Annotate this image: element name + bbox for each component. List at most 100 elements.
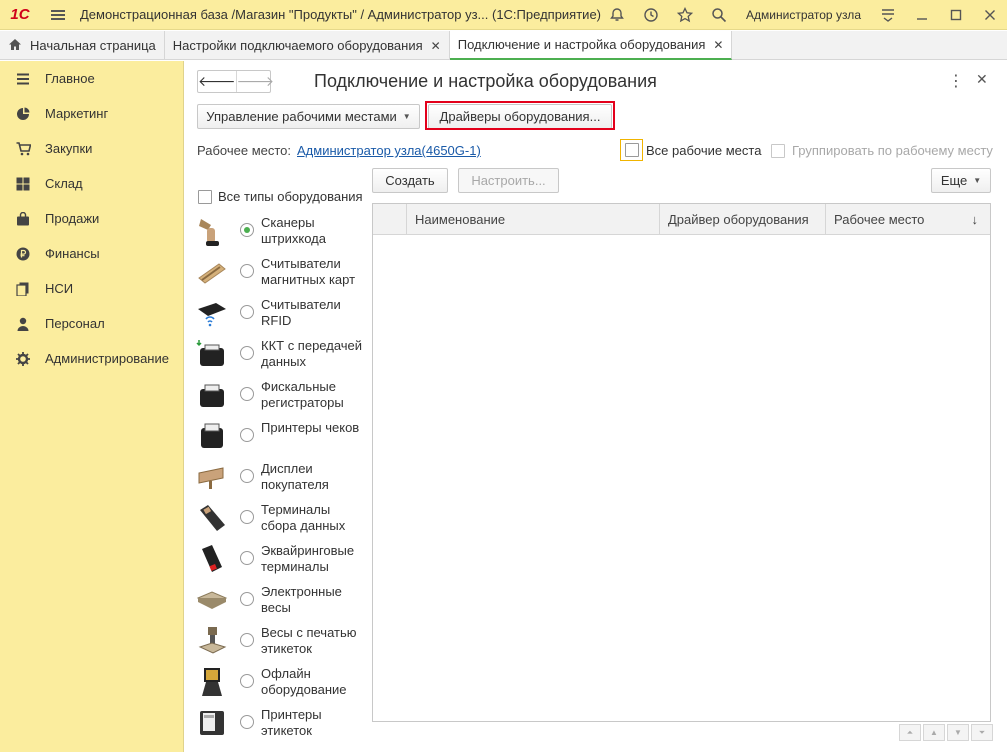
manage-workplaces-button[interactable]: Управление рабочими местами ▼ [197, 104, 420, 129]
equipment-type-item[interactable]: Сканеры штрихкода [195, 212, 373, 253]
sidebar-item-main[interactable]: Главное [0, 61, 183, 96]
workplace-link[interactable]: Администратор узла(4650G-1) [297, 143, 481, 158]
close-tab-icon[interactable]: ✕ [713, 38, 723, 52]
radio-button[interactable] [240, 633, 254, 647]
equipment-type-item[interactable]: Принтеры чеков [195, 417, 373, 458]
more-actions-icon[interactable]: ⋮ [948, 71, 964, 91]
kkt-printer-icon [195, 337, 229, 371]
current-user[interactable]: Администратор узла [736, 8, 871, 22]
radio-button[interactable] [240, 592, 254, 606]
star-icon[interactable] [668, 0, 702, 30]
column-header-label: Рабочее место [834, 211, 925, 227]
sidebar-item-personnel[interactable]: Персонал [0, 306, 183, 341]
window-title: Демонстрационная база /Магазин "Продукты… [80, 7, 601, 22]
sidebar-item-nsi[interactable]: НСИ [0, 271, 183, 306]
sidebar-item-marketing[interactable]: Маркетинг [0, 96, 183, 131]
tab-home[interactable]: Начальная страница [0, 31, 165, 60]
equipment-type-label: Дисплеи покупателя [261, 461, 329, 492]
forward-arrow-icon[interactable]: 🡒 [235, 71, 274, 92]
sort-arrow-icon: ↓ [971, 211, 979, 227]
radio-button[interactable] [240, 674, 254, 688]
button-label: Создать [385, 173, 435, 188]
scroll-up-icon[interactable]: ▲ [923, 724, 945, 741]
close-tab-icon[interactable]: ✕ [431, 39, 441, 53]
dropdown-caret-icon: ▼ [402, 112, 411, 121]
sidebar-item-label: Склад [45, 176, 83, 191]
checkbox-box[interactable] [198, 189, 212, 204]
scroll-top-icon[interactable]: ⏶ [899, 724, 921, 741]
tab-equipment-connection[interactable]: Подключение и настройка оборудования ✕ [449, 31, 733, 60]
configure-button[interactable]: Настроить... [458, 168, 559, 193]
scroll-bottom-icon[interactable]: ⏷ [971, 724, 993, 741]
checkbox-box[interactable] [624, 143, 639, 157]
minimize-icon[interactable] [905, 0, 939, 30]
equipment-type-item[interactable]: Весы с печатью этикеток [195, 622, 373, 663]
equipment-type-item[interactable]: Электронные весы [195, 581, 373, 622]
acquiring-terminal-icon [195, 542, 229, 576]
sidebar-item-purchases[interactable]: Закупки [0, 131, 183, 166]
radio-button[interactable] [240, 510, 254, 524]
equipment-type-item[interactable]: Считыватели магнитных карт [195, 253, 373, 294]
equipment-type-item[interactable]: Эквайринговые терминалы [195, 540, 373, 581]
sidebar-item-label: Закупки [45, 141, 93, 156]
column-header-label: Наименование [415, 211, 506, 227]
radio-button[interactable] [240, 346, 254, 360]
radio-button[interactable] [240, 428, 254, 442]
settings-menu-icon[interactable] [871, 0, 905, 30]
back-arrow-icon[interactable]: 🡐 [198, 71, 236, 92]
tab-label: Подключение и настройка оборудования [457, 37, 706, 52]
sidebar-item-finance[interactable]: Финансы [0, 236, 183, 271]
all-types-checkbox[interactable]: Все типы оборудования [198, 189, 363, 204]
equipment-type-label: Принтеры этикеток [261, 707, 322, 738]
equipment-type-item[interactable]: ККТ с передачей данных [195, 335, 373, 376]
column-header-label: Драйвер оборудования [668, 211, 809, 227]
equipment-table[interactable]: Наименование Драйвер оборудования Рабоче… [372, 203, 991, 722]
close-form-icon[interactable]: ✕ [976, 71, 988, 88]
equipment-type-item[interactable]: Считыватели RFID [195, 294, 373, 335]
column-header-driver[interactable]: Драйвер оборудования [660, 204, 826, 234]
tab-label: Настройки подключаемого оборудования [172, 38, 423, 53]
radio-button[interactable] [240, 223, 254, 237]
equipment-type-label: Сканеры штрихкода [261, 215, 326, 246]
create-button[interactable]: Создать [372, 168, 448, 193]
workplace-label: Рабочее место: [197, 143, 292, 158]
sidebar-item-warehouse[interactable]: Склад [0, 166, 183, 201]
table-header-marker [373, 204, 407, 234]
scroll-down-icon[interactable]: ▼ [947, 724, 969, 741]
equipment-type-label: ККТ с передачей данных [261, 338, 363, 369]
label-scales-icon [195, 624, 229, 658]
sidebar-item-label: Финансы [45, 246, 100, 261]
dropdown-caret-icon: ▼ [973, 176, 982, 185]
table-scroll-buttons: ⏶ ▲ ▼ ⏷ [897, 724, 993, 741]
page-title: Подключение и настройка оборудования [314, 71, 657, 91]
sidebar-item-administration[interactable]: Администрирование [0, 341, 183, 376]
radio-button[interactable] [240, 387, 254, 401]
search-icon[interactable] [702, 0, 736, 30]
radio-button[interactable] [240, 715, 254, 729]
checkbox-box[interactable] [771, 143, 785, 158]
more-button[interactable]: Еще ▼ [931, 168, 991, 193]
all-workplaces-checkbox[interactable]: Все рабочие места [620, 139, 761, 161]
button-label: Настроить... [471, 173, 546, 188]
column-header-name[interactable]: Наименование [407, 204, 660, 234]
equipment-type-item[interactable]: Фискальные регистраторы [195, 376, 373, 417]
radio-button[interactable] [240, 264, 254, 278]
radio-button[interactable] [240, 469, 254, 483]
equipment-type-item[interactable]: Дисплеи покупателя [195, 458, 373, 499]
maximize-icon[interactable] [939, 0, 973, 30]
column-header-workplace[interactable]: Рабочее место ↓ [826, 204, 990, 234]
group-by-workplace-checkbox[interactable]: Группировать по рабочему месту [771, 143, 993, 158]
fiscal-registrar-icon [195, 378, 229, 412]
bell-icon[interactable] [600, 0, 634, 30]
close-window-icon[interactable] [973, 0, 1007, 30]
equipment-type-item[interactable]: Терминалы сбора данных [195, 499, 373, 540]
history-icon[interactable] [634, 0, 668, 30]
radio-button[interactable] [240, 551, 254, 565]
tab-equipment-settings[interactable]: Настройки подключаемого оборудования ✕ [165, 31, 450, 60]
label-printer-icon [195, 706, 229, 740]
equipment-type-item[interactable]: Офлайн оборудование [195, 663, 373, 704]
radio-button[interactable] [240, 305, 254, 319]
equipment-type-item[interactable]: Принтеры этикеток [195, 704, 373, 745]
main-menu-button[interactable] [40, 0, 76, 30]
sidebar-item-sales[interactable]: Продажи [0, 201, 183, 236]
